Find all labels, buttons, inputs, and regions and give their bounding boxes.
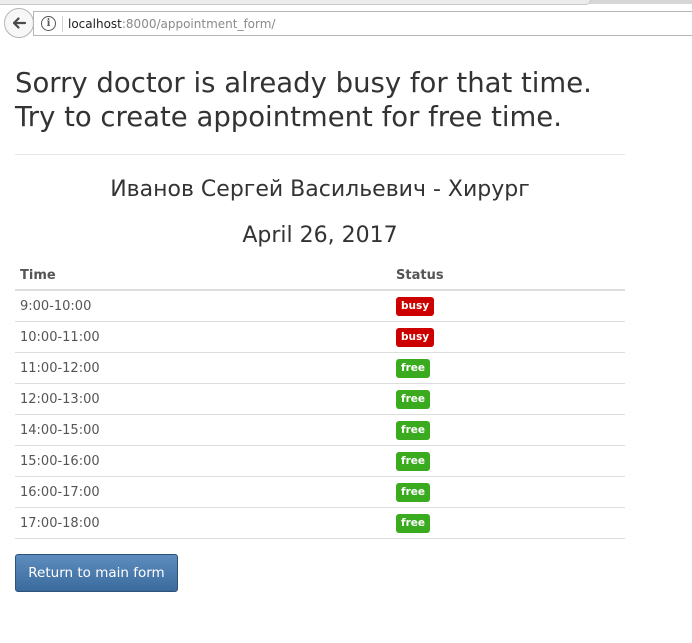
time-cell: 12:00-13:00: [15, 383, 391, 415]
table-row: 16:00-17:00 free: [15, 476, 625, 508]
status-badge: free: [396, 389, 430, 409]
time-cell: 10:00-11:00: [15, 321, 391, 353]
status-badge: free: [396, 482, 430, 502]
address-bar-divider: [62, 16, 63, 32]
active-tab[interactable]: [0, 0, 591, 5]
table-row: 10:00-11:00 busy: [15, 321, 625, 353]
status-badge: free: [396, 420, 430, 440]
browser-toolbar: i localhost:8000/appointment_form/: [0, 0, 692, 42]
status-badge: free: [396, 513, 430, 533]
table-row: 12:00-13:00 free: [15, 383, 625, 415]
divider: [15, 154, 625, 155]
table-row: 17:00-18:00 free: [15, 507, 625, 539]
time-cell: 11:00-12:00: [15, 352, 391, 384]
status-cell: free: [391, 445, 625, 477]
return-to-main-form-button[interactable]: Return to main form: [15, 554, 178, 592]
status-cell: free: [391, 352, 625, 384]
time-cell: 14:00-15:00: [15, 414, 391, 446]
doctor-name: Иванов Сергей Васильевич - Хирург: [110, 177, 530, 202]
table-header-row: Time Status: [15, 262, 625, 291]
back-arrow-icon: [12, 17, 27, 29]
status-cell: free: [391, 414, 625, 446]
status-badge: free: [396, 451, 430, 471]
back-button[interactable]: [4, 8, 34, 38]
table-row: 15:00-16:00 free: [15, 445, 625, 477]
status-cell: busy: [391, 321, 625, 353]
url-text[interactable]: localhost:8000/appointment_form/: [68, 16, 275, 32]
time-cell: 16:00-17:00: [15, 476, 391, 508]
url-path: :8000/appointment_form/: [121, 17, 276, 31]
appointment-date: April 26, 2017: [242, 223, 398, 248]
time-cell: 17:00-18:00: [15, 507, 391, 539]
column-header-time: Time: [15, 262, 391, 291]
heading-line-1: Sorry doctor is already busy for that ti…: [15, 67, 592, 99]
column-header-status: Status: [391, 262, 625, 291]
status-badge: free: [396, 358, 430, 378]
status-cell: busy: [391, 290, 625, 322]
table-row: 14:00-15:00 free: [15, 414, 625, 446]
status-cell: free: [391, 507, 625, 539]
table-row: 9:00-10:00 busy: [15, 290, 625, 322]
table-row: 11:00-12:00 free: [15, 352, 625, 384]
page-heading: Sorry doctor is already busy for that ti…: [15, 42, 625, 134]
url-host: localhost: [68, 17, 122, 31]
schedule-table: Time Status 9:00-10:00 busy 10:00-11:00 …: [15, 262, 625, 539]
status-cell: free: [391, 476, 625, 508]
status-cell: free: [391, 383, 625, 415]
time-cell: 9:00-10:00: [15, 290, 391, 322]
main-content: Sorry doctor is already busy for that ti…: [15, 42, 625, 539]
address-bar[interactable]: i localhost:8000/appointment_form/: [33, 11, 692, 36]
time-cell: 15:00-16:00: [15, 445, 391, 477]
heading-line-2: Try to create appointment for free time.: [15, 101, 562, 133]
info-icon[interactable]: i: [41, 16, 56, 31]
status-badge: busy: [396, 296, 435, 316]
status-badge: busy: [396, 327, 435, 347]
